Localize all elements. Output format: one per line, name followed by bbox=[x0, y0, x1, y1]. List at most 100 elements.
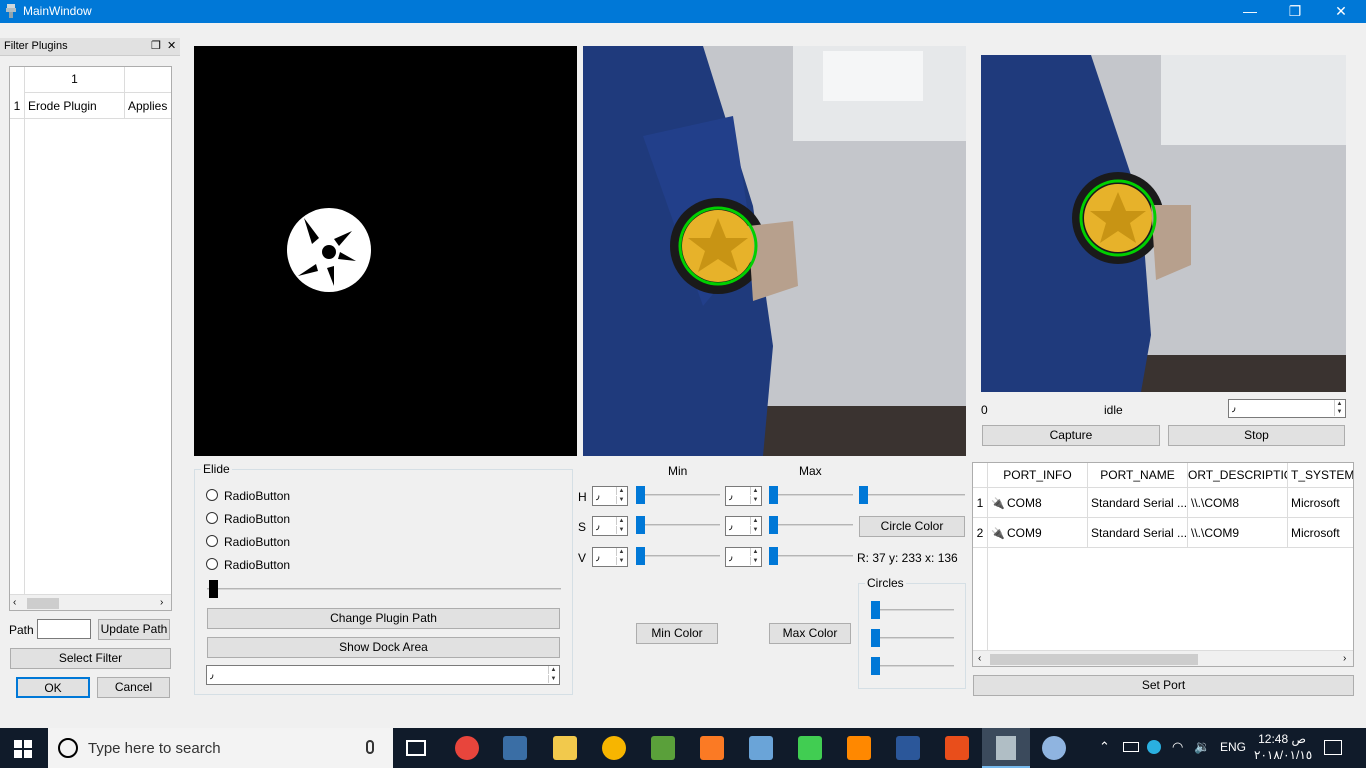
table-cell[interactable]: 🔌 COM9 bbox=[988, 518, 1088, 548]
clock-date[interactable]: ٢٠١٨/٠١/١٥ bbox=[1254, 748, 1312, 762]
column-header[interactable]: T_SYSTEM_L bbox=[1288, 463, 1353, 488]
battery-icon[interactable] bbox=[1123, 742, 1139, 752]
s-max-slider-handle[interactable] bbox=[769, 516, 778, 534]
spin-up-icon[interactable]: ▲ bbox=[1334, 400, 1344, 408]
table-cell[interactable]: Erode Plugin bbox=[25, 93, 125, 119]
circles-slider-1[interactable] bbox=[871, 609, 954, 611]
spin-up-icon[interactable]: ▲ bbox=[616, 517, 626, 525]
min-color-button[interactable]: Min Color bbox=[636, 623, 718, 644]
close-button[interactable]: ✕ bbox=[1318, 0, 1364, 23]
microphone-icon[interactable] bbox=[366, 740, 374, 754]
stop-button[interactable]: Stop bbox=[1168, 425, 1345, 446]
dock-close-icon[interactable]: ✕ bbox=[167, 39, 176, 52]
table-cell[interactable]: \\.\COM9 bbox=[1188, 518, 1288, 548]
spreadsheet-icon[interactable] bbox=[651, 736, 675, 760]
language-indicator[interactable]: ENG bbox=[1220, 740, 1246, 754]
s-min-spinbox[interactable]: ٫ ▲ ▼ bbox=[592, 516, 628, 536]
circles-slider-3[interactable] bbox=[871, 665, 954, 667]
scroll-left-icon[interactable]: ‹ bbox=[978, 653, 981, 664]
scroll-right-icon[interactable]: › bbox=[1343, 653, 1346, 664]
table-cell[interactable]: Microsoft bbox=[1288, 488, 1353, 518]
remote-desktop-icon[interactable] bbox=[503, 736, 527, 760]
spin-up-icon[interactable]: ▲ bbox=[750, 548, 760, 556]
qt-creator-icon[interactable] bbox=[798, 736, 822, 760]
h-min-slider[interactable] bbox=[636, 494, 720, 496]
elide-slider-handle[interactable] bbox=[209, 580, 218, 598]
spin-down-icon[interactable]: ▼ bbox=[750, 526, 760, 534]
column-header[interactable]: PORT_INFO bbox=[988, 463, 1088, 488]
spin-down-icon[interactable]: ▼ bbox=[750, 496, 760, 504]
h-max-spinbox[interactable]: ٫ ▲ ▼ bbox=[725, 486, 762, 506]
change-plugin-path-button[interactable]: Change Plugin Path bbox=[207, 608, 560, 629]
radio-indicator[interactable] bbox=[206, 535, 218, 547]
dock-float-icon[interactable]: ❐ bbox=[151, 39, 161, 52]
ok-button[interactable]: OK bbox=[16, 677, 90, 698]
file-explorer-icon[interactable] bbox=[553, 736, 577, 760]
minimize-button[interactable]: — bbox=[1227, 0, 1273, 23]
show-dock-area-button[interactable]: Show Dock Area bbox=[207, 637, 560, 658]
column-header[interactable]: PORT_NAME bbox=[1088, 463, 1188, 488]
spin-down-icon[interactable]: ▼ bbox=[616, 557, 626, 565]
radio-indicator[interactable] bbox=[206, 512, 218, 524]
spin-up-icon[interactable]: ▲ bbox=[548, 666, 558, 674]
circle-slider-handle[interactable] bbox=[859, 486, 868, 504]
v-max-spinbox[interactable]: ٫ ▲ ▼ bbox=[725, 547, 762, 567]
spin-down-icon[interactable]: ▼ bbox=[750, 557, 760, 565]
circles-slider-2[interactable] bbox=[871, 637, 954, 639]
s-min-slider-handle[interactable] bbox=[636, 516, 645, 534]
scroll-right-icon[interactable]: › bbox=[160, 597, 163, 608]
table-cell[interactable]: Applies bbox=[125, 93, 171, 119]
spin-up-icon[interactable]: ▲ bbox=[616, 487, 626, 495]
paint-app-icon[interactable] bbox=[1042, 736, 1066, 760]
table-cell[interactable]: Standard Serial ... bbox=[1088, 518, 1188, 548]
select-filter-button[interactable]: Select Filter bbox=[10, 648, 171, 669]
v-min-spinbox[interactable]: ٫ ▲ ▼ bbox=[592, 547, 628, 567]
radio-indicator[interactable] bbox=[206, 558, 218, 570]
table-cell[interactable]: Standard Serial ... bbox=[1088, 488, 1188, 518]
circle-color-button[interactable]: Circle Color bbox=[859, 516, 965, 537]
clock-time[interactable]: 12:48 ص bbox=[1258, 732, 1306, 746]
scroll-thumb[interactable] bbox=[990, 654, 1198, 665]
circles-slider-1-handle[interactable] bbox=[871, 601, 880, 619]
spin-down-icon[interactable]: ▼ bbox=[1334, 408, 1344, 416]
row-header[interactable]: 1 bbox=[973, 488, 988, 518]
cortana-icon[interactable] bbox=[58, 738, 78, 758]
spin-down-icon[interactable]: ▼ bbox=[616, 496, 626, 504]
update-path-button[interactable]: Update Path bbox=[98, 619, 170, 640]
wifi-icon[interactable]: ◠ bbox=[1172, 739, 1183, 755]
s-max-slider[interactable] bbox=[769, 524, 853, 526]
h-min-spinbox[interactable]: ٫ ▲ ▼ bbox=[592, 486, 628, 506]
v-min-slider[interactable] bbox=[636, 555, 720, 557]
circle-slider[interactable] bbox=[859, 494, 965, 496]
s-min-slider[interactable] bbox=[636, 524, 720, 526]
restore-button[interactable]: ❐ bbox=[1272, 0, 1318, 23]
task-view-icon[interactable] bbox=[406, 740, 426, 756]
pdf-reader-icon[interactable] bbox=[945, 736, 969, 760]
max-color-button[interactable]: Max Color bbox=[769, 623, 851, 644]
horizontal-scrollbar[interactable]: ‹ › bbox=[973, 650, 1353, 666]
column-header[interactable]: ORT_DESCRIPTIOI bbox=[1188, 463, 1288, 488]
column-header[interactable]: 1 bbox=[25, 67, 125, 93]
plugins-table[interactable]: 1 1 Erode Plugin Applies ‹ › bbox=[9, 66, 172, 611]
volume-icon[interactable]: 🔉 bbox=[1194, 739, 1210, 755]
circles-slider-3-handle[interactable] bbox=[871, 657, 880, 675]
spin-up-icon[interactable]: ▲ bbox=[750, 487, 760, 495]
xampp-icon[interactable] bbox=[700, 736, 724, 760]
taskbar-search-box[interactable]: Type here to search bbox=[48, 728, 393, 768]
horizontal-scrollbar[interactable]: ‹ › bbox=[10, 594, 171, 610]
h-max-slider-handle[interactable] bbox=[769, 486, 778, 504]
capture-button[interactable]: Capture bbox=[982, 425, 1160, 446]
v-max-slider[interactable] bbox=[769, 555, 853, 557]
table-cell[interactable]: Microsoft bbox=[1288, 518, 1353, 548]
table-cell[interactable]: \\.\COM8 bbox=[1188, 488, 1288, 518]
tray-app-icon[interactable] bbox=[1147, 740, 1161, 754]
spin-down-icon[interactable]: ▼ bbox=[616, 526, 626, 534]
cancel-button[interactable]: Cancel bbox=[97, 677, 170, 698]
document-viewer-icon[interactable] bbox=[896, 736, 920, 760]
row-header[interactable]: 2 bbox=[973, 518, 988, 548]
radio-indicator[interactable] bbox=[206, 489, 218, 501]
h-max-slider[interactable] bbox=[769, 494, 853, 496]
action-center-icon[interactable] bbox=[1324, 740, 1342, 755]
set-port-button[interactable]: Set Port bbox=[973, 675, 1354, 696]
ports-table[interactable]: PORT_INFO PORT_NAME ORT_DESCRIPTIOI T_SY… bbox=[972, 462, 1354, 667]
